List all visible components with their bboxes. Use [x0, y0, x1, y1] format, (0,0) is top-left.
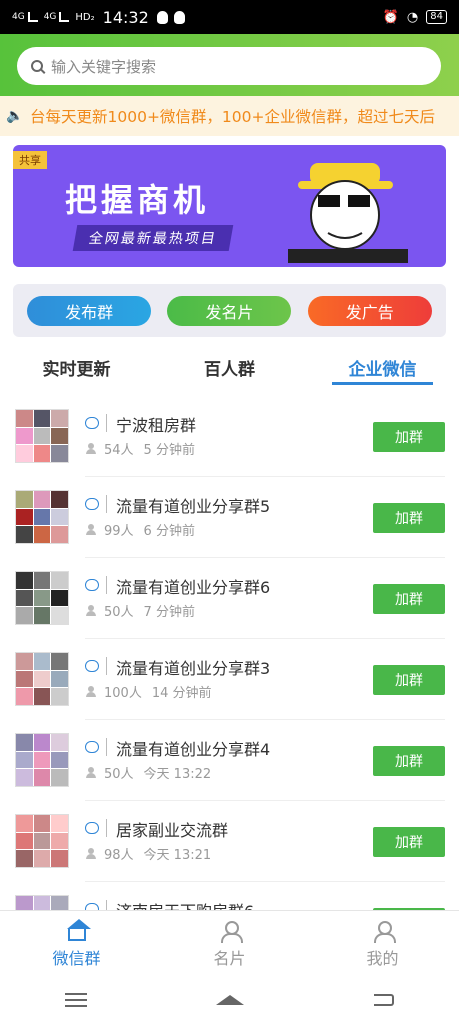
group-name: 流量有道创业分享群3 [116, 659, 271, 678]
member-count: 54人 [104, 443, 134, 458]
search-placeholder: 输入关键字搜索 [51, 57, 157, 76]
chat-icon [85, 498, 99, 510]
banner-title: 把握商机 [65, 181, 210, 219]
post-card-button[interactable]: 发名片 [167, 295, 292, 326]
group-list: 宁波租房群 54人 5 分钟前 加群 流量有道创业分享群5 99人 6 分钟前 加群… [0, 396, 459, 910]
qq-icon [156, 10, 168, 24]
update-time: 5 分钟前 [143, 443, 195, 458]
group-avatar [15, 652, 69, 706]
group-avatar [15, 814, 69, 868]
notice-bar: 🔈 台每天更新1000+微信群，100+企业微信群，超过七天后 [0, 96, 459, 136]
banner-subtitle: 全网最新最热项目 [72, 225, 234, 251]
chat-icon [85, 903, 99, 910]
list-item[interactable]: 居家副业交流群 98人 今天 13:21 加群 [0, 801, 459, 882]
nav-mine[interactable]: 我的 [306, 911, 459, 976]
group-name: 居家副业交流群 [116, 821, 229, 840]
group-name: 流量有道创业分享群5 [116, 497, 271, 516]
members-icon [86, 524, 96, 535]
update-time: 今天 13:21 [143, 848, 212, 863]
members-icon [86, 686, 96, 697]
group-name: 流量有道创业分享群4 [116, 740, 271, 759]
tab-hundred[interactable]: 百人群 [153, 345, 306, 389]
join-button[interactable]: 加群 [373, 422, 445, 452]
nav-label: 微信群 [52, 949, 101, 968]
list-item[interactable]: 流量有道创业分享群5 99人 6 分钟前 加群 [0, 477, 459, 558]
nav-business-card[interactable]: 名片 [153, 911, 306, 976]
clock: 14:32 [102, 7, 149, 27]
group-avatar [15, 733, 69, 787]
update-time: 6 分钟前 [143, 524, 195, 539]
list-item[interactable]: 流量有道创业分享群3 100人 14 分钟前 加群 [0, 639, 459, 720]
group-name: 济南房天下购房群6 [116, 898, 254, 910]
bottom-navigation: 微信群 名片 我的 [0, 910, 459, 976]
member-count: 98人 [104, 848, 134, 863]
user-icon [372, 921, 396, 943]
home-button-icon[interactable] [216, 995, 245, 1005]
member-count: 100人 [104, 686, 142, 701]
list-item[interactable]: 济南房天下购房群6 加群 [0, 882, 459, 910]
group-avatar [15, 490, 69, 544]
list-item[interactable]: 宁波租房群 54人 5 分钟前 加群 [0, 396, 459, 477]
status-bar: 4G 4G HD₂ 14:32 ⏰ ◔ 84 [0, 0, 459, 34]
qq-icon-2 [173, 10, 185, 24]
list-item[interactable]: 流量有道创业分享群6 50人 7 分钟前 加群 [0, 558, 459, 639]
tab-realtime[interactable]: 实时更新 [0, 345, 153, 389]
members-icon [86, 848, 96, 859]
join-button[interactable]: 加群 [373, 584, 445, 614]
alarm-icon: ⏰ [382, 9, 399, 25]
list-item[interactable]: 流量有道创业分享群4 50人 今天 13:22 加群 [0, 720, 459, 801]
tab-enterprise-wechat[interactable]: 企业微信 [306, 345, 459, 389]
battery-icon: 84 [426, 10, 447, 24]
join-button[interactable]: 加群 [373, 503, 445, 533]
signal-icon-2: 4G [44, 12, 70, 22]
tab-bar: 实时更新 百人群 企业微信 [0, 345, 459, 389]
member-count: 50人 [104, 767, 134, 782]
notice-text: 台每天更新1000+微信群，100+企业微信群，超过七天后 [30, 108, 436, 126]
promo-banner[interactable]: 共享 把握商机 全网最新最热项目 [13, 145, 446, 267]
chat-icon [85, 822, 99, 834]
chat-icon [85, 417, 99, 429]
join-button[interactable]: 加群 [373, 746, 445, 776]
signal-icon: 4G [12, 12, 38, 22]
member-count: 50人 [104, 605, 134, 620]
members-icon [86, 767, 96, 778]
nav-label: 名片 [213, 949, 246, 968]
join-button[interactable]: 加群 [373, 665, 445, 695]
nav-wechat-groups[interactable]: 微信群 [0, 911, 153, 976]
post-ad-button[interactable]: 发广告 [307, 295, 432, 326]
system-nav-bar [0, 976, 459, 1024]
group-avatar [15, 571, 69, 625]
search-input[interactable]: 输入关键字搜索 [17, 47, 441, 85]
group-name: 宁波租房群 [116, 416, 197, 435]
back-icon[interactable] [374, 994, 395, 1006]
chat-icon [85, 579, 99, 591]
join-button[interactable]: 加群 [373, 827, 445, 857]
nav-label: 我的 [366, 949, 399, 968]
update-time: 14 分钟前 [151, 686, 212, 701]
chat-icon [85, 741, 99, 753]
menu-icon[interactable] [64, 993, 87, 1007]
group-name: 流量有道创业分享群6 [116, 578, 271, 597]
update-time: 今天 13:22 [143, 767, 212, 782]
hd-badge: HD₂ [75, 11, 95, 23]
member-count: 99人 [104, 524, 134, 539]
cartoon-man-illustration [288, 163, 408, 263]
header: 输入关键字搜索 [0, 34, 459, 96]
members-icon [86, 605, 96, 616]
members-icon [86, 443, 96, 454]
search-icon [31, 60, 43, 72]
group-avatar [15, 409, 69, 463]
chat-icon [85, 660, 99, 672]
home-icon [66, 919, 91, 941]
speaker-icon: 🔈 [6, 108, 24, 124]
user-add-icon [219, 921, 243, 943]
post-group-button[interactable]: 发布群 [27, 295, 152, 326]
update-time: 7 分钟前 [143, 605, 195, 620]
banner-tag: 共享 [13, 151, 47, 169]
wifi-icon: ◔ [406, 9, 419, 25]
group-avatar [15, 895, 69, 910]
action-bar: 发布群 发名片 发广告 [13, 284, 446, 337]
